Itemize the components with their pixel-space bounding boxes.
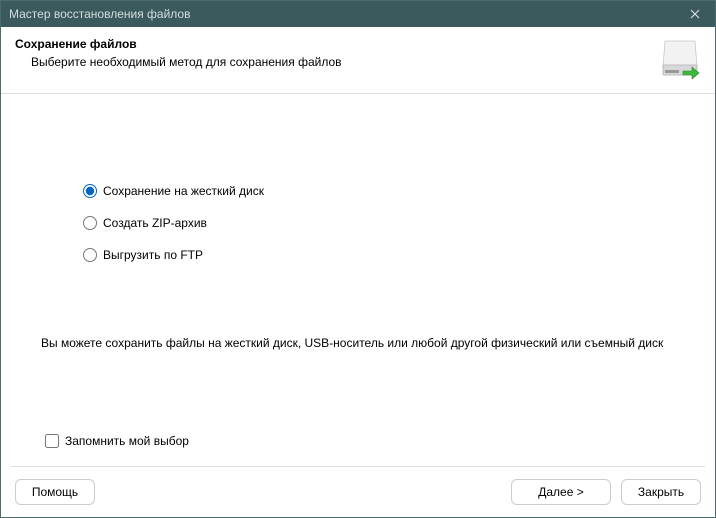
radio-create-zip-input[interactable] — [83, 216, 97, 230]
radio-save-hdd-input[interactable] — [83, 184, 97, 198]
next-button[interactable]: Далее > — [511, 479, 611, 505]
method-description: Вы можете сохранить файлы на жесткий дис… — [41, 336, 675, 350]
remember-choice-row[interactable]: Запомнить мой выбор — [41, 434, 675, 448]
close-wizard-button[interactable]: Закрыть — [621, 479, 701, 505]
header-text-block: Сохранение файлов Выберите необходимый м… — [15, 37, 649, 69]
radio-upload-ftp[interactable]: Выгрузить по FTP — [83, 248, 675, 262]
radio-create-zip[interactable]: Создать ZIP-архив — [83, 216, 675, 230]
radio-save-hdd[interactable]: Сохранение на жесткий диск — [83, 184, 675, 198]
page-title: Сохранение файлов — [15, 37, 649, 51]
page-subtitle: Выберите необходимый метод для сохранени… — [15, 55, 649, 69]
close-icon — [690, 9, 700, 19]
radio-upload-ftp-label: Выгрузить по FTP — [103, 248, 203, 262]
help-button[interactable]: Помощь — [15, 479, 95, 505]
close-button[interactable] — [679, 4, 711, 24]
wizard-footer: Помощь Далее > Закрыть — [1, 467, 715, 517]
radio-upload-ftp-input[interactable] — [83, 248, 97, 262]
radio-save-hdd-label: Сохранение на жесткий диск — [103, 184, 264, 198]
remember-label: Запомнить мой выбор — [65, 434, 189, 448]
titlebar: Мастер восстановления файлов — [1, 1, 715, 27]
save-method-radio-group: Сохранение на жесткий диск Создать ZIP-а… — [41, 184, 675, 280]
window-title: Мастер восстановления файлов — [9, 7, 679, 21]
radio-create-zip-label: Создать ZIP-архив — [103, 216, 207, 230]
drive-save-icon — [659, 37, 701, 79]
wizard-header: Сохранение файлов Выберите необходимый м… — [1, 27, 715, 94]
wizard-content: Сохранение на жесткий диск Создать ZIP-а… — [1, 94, 715, 466]
remember-checkbox[interactable] — [45, 434, 59, 448]
